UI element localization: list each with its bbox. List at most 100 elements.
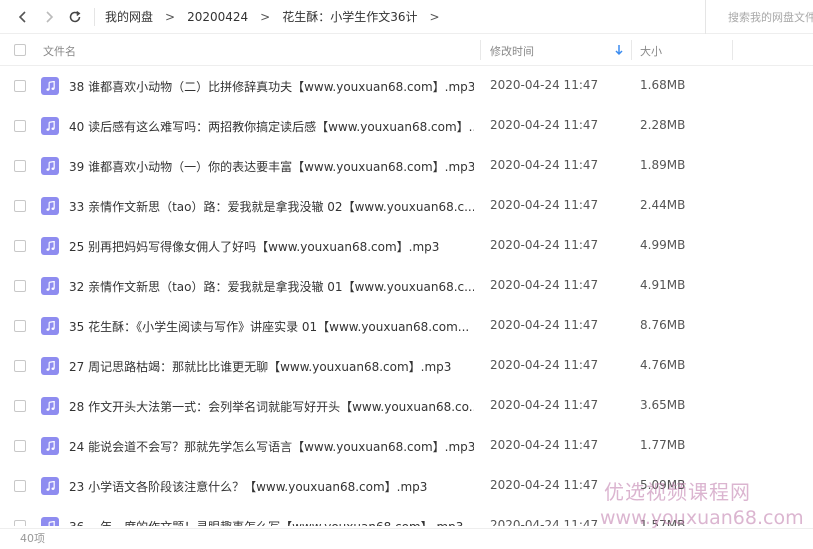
- row-checkbox[interactable]: [14, 400, 26, 412]
- row-checkbox[interactable]: [14, 240, 26, 252]
- file-size: 3.65MB: [640, 398, 686, 412]
- refresh-button[interactable]: [62, 0, 88, 34]
- file-name[interactable]: 24 能说会道不会写？那就先学怎么写语言【www.youxuan68.com】.…: [69, 438, 474, 455]
- row-checkbox[interactable]: [14, 80, 26, 92]
- refresh-icon: [69, 10, 81, 22]
- row-checkbox[interactable]: [14, 360, 26, 372]
- file-modified: 2020-04-24 11:47: [490, 398, 599, 412]
- search-box: [705, 0, 813, 34]
- watermark-url: www.youxuan68.com: [600, 507, 804, 529]
- file-size: 8.76MB: [640, 318, 686, 332]
- music-note-icon: [41, 117, 59, 135]
- column-header-modified[interactable]: 修改时间: [490, 43, 534, 59]
- table-row[interactable]: 25 别再把妈妈写得像女佣人了好吗【www.youxuan68.com】.mp3…: [0, 226, 813, 266]
- music-note-icon: [41, 317, 59, 335]
- table-row[interactable]: 38 谁都喜欢小动物（二）比拼修辞真功夫【www.youxuan68.com】.…: [0, 66, 813, 106]
- music-note-icon: [41, 517, 59, 526]
- file-name[interactable]: 40 读后感有这么难写吗：两招教你搞定读后感【www.youxuan68.com…: [69, 118, 474, 135]
- music-note-icon: [41, 157, 59, 175]
- file-modified: 2020-04-24 11:47: [490, 438, 599, 452]
- file-name[interactable]: 23 小学语文各阶段该注意什么？【www.youxuan68.com】.mp3: [69, 478, 474, 495]
- file-modified: 2020-04-24 11:47: [490, 518, 599, 526]
- file-name[interactable]: 33 亲情作文新思（tao）路：爱我就是拿我没辙 02【www.youxuan6…: [69, 198, 474, 215]
- row-checkbox[interactable]: [14, 120, 26, 132]
- file-size: 4.76MB: [640, 358, 686, 372]
- file-modified: 2020-04-24 11:47: [490, 478, 599, 492]
- file-modified: 2020-04-24 11:47: [490, 78, 599, 92]
- column-divider[interactable]: [631, 40, 632, 60]
- file-name[interactable]: 32 亲情作文新思（tao）路：爱我就是拿我没辙 01【www.youxuan6…: [69, 278, 474, 295]
- breadcrumb-separator-icon: >: [165, 9, 176, 24]
- watermark-title: 优选视频课程网: [604, 480, 751, 504]
- search-input[interactable]: [728, 10, 813, 24]
- file-size: 2.28MB: [640, 118, 686, 132]
- file-name[interactable]: 38 谁都喜欢小动物（二）比拼修辞真功夫【www.youxuan68.com】.…: [69, 78, 474, 95]
- table-row[interactable]: 32 亲情作文新思（tao）路：爱我就是拿我没辙 01【www.youxuan6…: [0, 266, 813, 306]
- item-count: 40项: [20, 532, 45, 545]
- row-checkbox[interactable]: [14, 280, 26, 292]
- table-row[interactable]: 35 花生酥：《小学生阅读与写作》讲座实录 01【www.youxuan68.c…: [0, 306, 813, 346]
- file-modified: 2020-04-24 11:47: [490, 198, 599, 212]
- column-divider[interactable]: [732, 40, 733, 60]
- row-checkbox[interactable]: [14, 200, 26, 212]
- breadcrumb-separator-icon: >: [429, 9, 440, 24]
- file-size: 1.89MB: [640, 158, 686, 172]
- music-note-icon: [41, 437, 59, 455]
- file-name[interactable]: 27 周记思路枯竭：那就比比谁更无聊【www.youxuan68.com】.mp…: [69, 358, 474, 375]
- file-modified: 2020-04-24 11:47: [490, 158, 599, 172]
- breadcrumb-item-date[interactable]: 20200424: [185, 10, 250, 24]
- column-header-size[interactable]: 大小: [640, 43, 662, 59]
- toolbar: 我的网盘 > 20200424 > 花生酥：小学生作文36计 >: [0, 0, 813, 34]
- row-checkbox[interactable]: [14, 520, 26, 526]
- file-modified: 2020-04-24 11:47: [490, 118, 599, 132]
- music-note-icon: [41, 237, 59, 255]
- table-row[interactable]: 27 周记思路枯竭：那就比比谁更无聊【www.youxuan68.com】.mp…: [0, 346, 813, 386]
- table-row[interactable]: 33 亲情作文新思（tao）路：爱我就是拿我没辙 02【www.youxuan6…: [0, 186, 813, 226]
- file-size: 4.99MB: [640, 238, 686, 252]
- chevron-left-icon: [18, 10, 26, 23]
- file-modified: 2020-04-24 11:47: [490, 238, 599, 252]
- file-size: 4.91MB: [640, 278, 686, 292]
- file-modified: 2020-04-24 11:47: [490, 358, 599, 372]
- file-name[interactable]: 36 一年一度的作文题！寻眼趣事怎么写【www.youxuan68.com】.m…: [69, 518, 474, 526]
- breadcrumb-item-root[interactable]: 我的网盘: [103, 8, 155, 25]
- column-header-name[interactable]: 文件名: [43, 43, 76, 59]
- toolbar-divider: [94, 7, 95, 26]
- chevron-right-icon: [46, 10, 54, 23]
- row-checkbox[interactable]: [14, 440, 26, 452]
- table-row[interactable]: 39 谁都喜欢小动物（一）你的表达要丰富【www.youxuan68.com】.…: [0, 146, 813, 186]
- breadcrumb-separator-icon: >: [260, 9, 271, 24]
- row-checkbox[interactable]: [14, 320, 26, 332]
- file-modified: 2020-04-24 11:47: [490, 278, 599, 292]
- table-row[interactable]: 28 作文开头大法第一式：会列举名词就能写好开头【www.youxuan68.c…: [0, 386, 813, 426]
- music-note-icon: [41, 77, 59, 95]
- file-name[interactable]: 28 作文开头大法第一式：会列举名词就能写好开头【www.youxuan68.c…: [69, 398, 474, 415]
- arrow-down-icon[interactable]: [614, 43, 624, 57]
- table-row[interactable]: 24 能说会道不会写？那就先学怎么写语言【www.youxuan68.com】.…: [0, 426, 813, 466]
- column-divider[interactable]: [480, 40, 481, 60]
- music-note-icon: [41, 397, 59, 415]
- status-bar: 40项: [0, 528, 813, 548]
- file-size: 1.77MB: [640, 438, 686, 452]
- file-modified: 2020-04-24 11:47: [490, 318, 599, 332]
- breadcrumb-item-folder[interactable]: 花生酥：小学生作文36计: [280, 8, 419, 25]
- file-list: 38 谁都喜欢小动物（二）比拼修辞真功夫【www.youxuan68.com】.…: [0, 66, 813, 526]
- select-all-checkbox[interactable]: [14, 44, 26, 56]
- row-checkbox[interactable]: [14, 160, 26, 172]
- table-header: 文件名 修改时间 大小: [0, 34, 813, 66]
- breadcrumb: 我的网盘 > 20200424 > 花生酥：小学生作文36计 >: [103, 8, 450, 25]
- forward-button[interactable]: [36, 0, 62, 34]
- table-row[interactable]: 40 读后感有这么难写吗：两招教你搞定读后感【www.youxuan68.com…: [0, 106, 813, 146]
- file-name[interactable]: 35 花生酥：《小学生阅读与写作》讲座实录 01【www.youxuan68.c…: [69, 318, 474, 335]
- music-note-icon: [41, 357, 59, 375]
- file-size: 1.68MB: [640, 78, 686, 92]
- back-button[interactable]: [10, 0, 36, 34]
- row-checkbox[interactable]: [14, 480, 26, 492]
- file-name[interactable]: 25 别再把妈妈写得像女佣人了好吗【www.youxuan68.com】.mp3: [69, 238, 474, 255]
- file-size: 2.44MB: [640, 198, 686, 212]
- music-note-icon: [41, 277, 59, 295]
- file-name[interactable]: 39 谁都喜欢小动物（一）你的表达要丰富【www.youxuan68.com】.…: [69, 158, 474, 175]
- watermark: 优选视频课程网 www.youxuan68.com: [600, 476, 810, 529]
- music-note-icon: [41, 477, 59, 495]
- music-note-icon: [41, 197, 59, 215]
